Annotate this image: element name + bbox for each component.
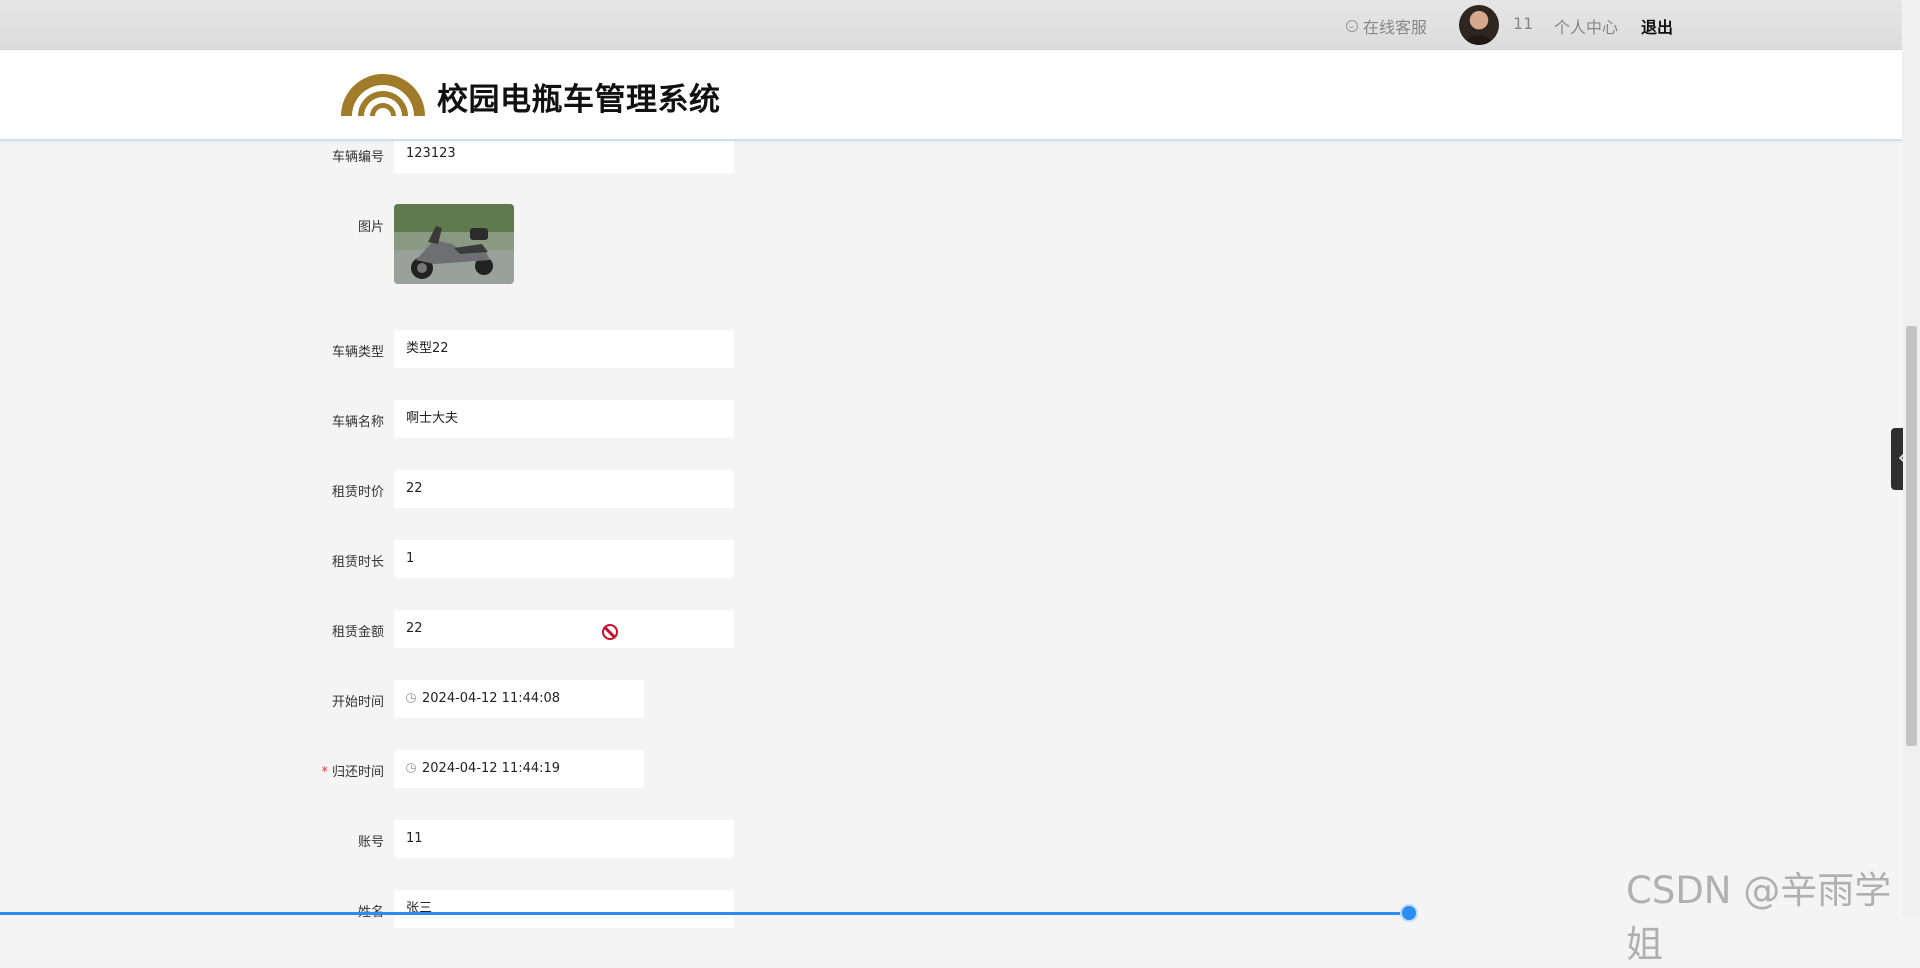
top-utility-bar: 在线客服 11 个人中心 退出 [0, 0, 1902, 50]
vehicle-name-field[interactable]: 啊士大夫 [394, 400, 734, 438]
name-label: 姓名 [264, 901, 384, 920]
start-time-picker[interactable]: 2024-04-12 11:44:08 [394, 680, 644, 718]
amount-field[interactable]: 22 [394, 610, 734, 648]
start-time-value: 2024-04-12 11:44:08 [422, 691, 561, 706]
return-time-label-text: 归还时间 [331, 765, 384, 780]
return-time-value: 2024-04-12 11:44:19 [422, 761, 561, 776]
amount-label: 租赁金额 [331, 625, 384, 640]
avatar[interactable] [1459, 5, 1499, 45]
return-time-picker[interactable]: 2024-04-12 11:44:19 [394, 750, 644, 788]
vehicle-no-label: 车辆编号 [331, 150, 384, 165]
vehicle-type-field[interactable]: 类型22 [394, 330, 734, 368]
username: 11 [1513, 14, 1534, 33]
duration-field[interactable]: 1 [394, 540, 734, 578]
account-label: 账号 [357, 835, 384, 850]
hourly-rate-label: 租赁时价 [331, 485, 384, 500]
vehicle-name-label: 车辆名称 [331, 415, 384, 430]
not-allowed-cursor-icon [602, 624, 618, 640]
watermark: CSDN @辛雨学姐 [1626, 869, 1892, 966]
progress-handle[interactable] [1402, 906, 1416, 920]
headset-icon [1346, 20, 1358, 32]
bottom-progress-line [0, 912, 1410, 915]
personal-center-link[interactable]: 个人中心 [1554, 14, 1618, 38]
image-label: 图片 [357, 220, 384, 235]
logo-icon[interactable] [338, 66, 428, 118]
return-time-label: * 归还时间 [264, 761, 384, 780]
account-field[interactable]: 11 [394, 820, 734, 858]
site-header: 校园电瓶车管理系统 [0, 50, 1902, 141]
name-field[interactable]: 张三 [394, 890, 734, 928]
duration-label: 租赁时长 [331, 555, 384, 570]
clock-icon [406, 763, 416, 773]
scrollbar-thumb[interactable] [1906, 326, 1917, 746]
online-service-label: 在线客服 [1363, 18, 1428, 37]
vehicle-image[interactable] [394, 204, 514, 284]
vehicle-type-label: 车辆类型 [331, 345, 384, 360]
required-mark: * [321, 765, 328, 780]
page-scrollbar[interactable] [1903, 0, 1920, 916]
logout-link[interactable]: 退出 [1641, 14, 1673, 38]
hourly-rate-field[interactable]: 22 [394, 470, 734, 508]
clock-icon [406, 693, 416, 703]
start-time-label: 开始时间 [331, 695, 384, 710]
site-title: 校园电瓶车管理系统 [437, 82, 721, 118]
online-service-link[interactable]: 在线客服 [1346, 14, 1427, 38]
